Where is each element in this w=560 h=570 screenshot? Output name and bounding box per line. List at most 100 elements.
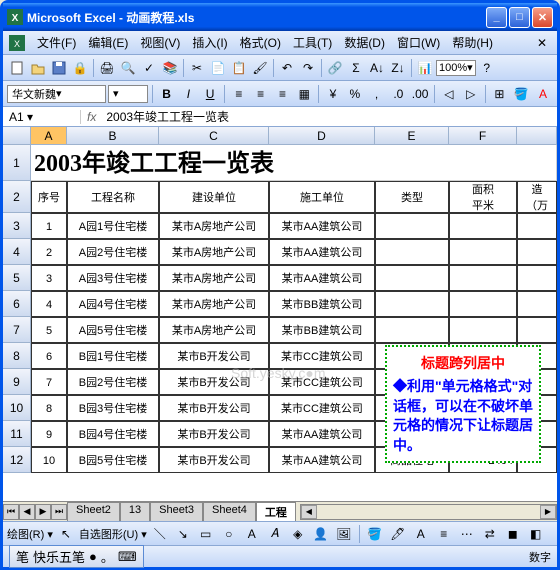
line-button[interactable]: ＼ xyxy=(150,524,170,544)
data-cell[interactable] xyxy=(449,213,517,239)
header-cell[interactable]: 造（万 xyxy=(517,181,557,213)
open-button[interactable] xyxy=(28,58,48,78)
data-cell[interactable]: 某市AA建筑公司 xyxy=(269,421,375,447)
data-cell[interactable]: 6 xyxy=(31,343,67,369)
tab-prev-button[interactable]: ◀ xyxy=(19,504,35,520)
data-cell[interactable]: 4 xyxy=(31,291,67,317)
col-header[interactable]: C xyxy=(159,127,269,145)
data-cell[interactable]: A园4号住宅楼 xyxy=(67,291,159,317)
chart-button[interactable]: 📊 xyxy=(415,58,435,78)
select-all[interactable] xyxy=(3,127,31,145)
border-button[interactable]: ⊞ xyxy=(490,84,510,104)
data-cell[interactable]: 某市AA建筑公司 xyxy=(269,265,375,291)
dec-dec-button[interactable]: .00 xyxy=(410,84,430,104)
data-cell[interactable]: 某市BB建筑公司 xyxy=(269,291,375,317)
doc-close-button[interactable]: ✕ xyxy=(533,36,551,50)
data-cell[interactable]: 某市AA建筑公司 xyxy=(269,239,375,265)
fx-button[interactable]: fx xyxy=(81,110,102,124)
row-header[interactable]: 12 xyxy=(3,447,31,473)
row-header[interactable]: 7 xyxy=(3,317,31,343)
menu-item[interactable]: 插入(I) xyxy=(186,34,233,52)
autoshapes-menu[interactable]: 自选图形(U) ▾ xyxy=(79,526,147,542)
data-cell[interactable]: 某市AA建筑公司 xyxy=(269,447,375,473)
sort-desc-button[interactable]: Z↓ xyxy=(388,58,408,78)
cut-button[interactable]: ✂ xyxy=(187,58,207,78)
row-header[interactable]: 11 xyxy=(3,421,31,447)
size-select[interactable]: ▾ xyxy=(108,85,148,103)
spell-button[interactable]: ✓ xyxy=(139,58,159,78)
data-cell[interactable]: B园4号住宅楼 xyxy=(67,421,159,447)
paste-button[interactable]: 📋 xyxy=(229,58,249,78)
font-color-button-2[interactable]: A xyxy=(411,524,431,544)
data-cell[interactable]: B园2号住宅楼 xyxy=(67,369,159,395)
data-cell[interactable]: 某市A房地产公司 xyxy=(159,317,269,343)
data-cell[interactable] xyxy=(517,317,557,343)
indent-button[interactable]: ◁ xyxy=(439,84,459,104)
underline-button[interactable]: U xyxy=(200,84,220,104)
data-cell[interactable]: 某市B开发公司 xyxy=(159,447,269,473)
header-cell[interactable]: 工程名称 xyxy=(67,181,159,213)
data-cell[interactable] xyxy=(375,317,449,343)
data-cell[interactable]: B园5号住宅楼 xyxy=(67,447,159,473)
data-cell[interactable]: A园3号住宅楼 xyxy=(67,265,159,291)
data-cell[interactable] xyxy=(449,265,517,291)
fmt-painter-button[interactable]: 🖌 xyxy=(250,58,270,78)
data-cell[interactable]: B园3号住宅楼 xyxy=(67,395,159,421)
fill-color-button[interactable]: 🪣 xyxy=(511,84,531,104)
oval-button[interactable]: ○ xyxy=(219,524,239,544)
align-right-button[interactable]: ≡ xyxy=(273,84,293,104)
sheet-tab[interactable]: 13 xyxy=(120,502,150,522)
3d-button[interactable]: ◧ xyxy=(526,524,546,544)
data-cell[interactable]: 某市A房地产公司 xyxy=(159,265,269,291)
menu-item[interactable]: 帮助(H) xyxy=(446,34,499,52)
link-button[interactable]: 🔗 xyxy=(325,58,345,78)
data-cell[interactable]: A园1号住宅楼 xyxy=(67,213,159,239)
tab-next-button[interactable]: ▶ xyxy=(35,504,51,520)
bold-button[interactable]: B xyxy=(157,84,177,104)
data-cell[interactable]: 某市BB建筑公司 xyxy=(269,317,375,343)
fill-button[interactable]: 🪣 xyxy=(365,524,385,544)
help-button[interactable]: ? xyxy=(477,58,497,78)
row-header[interactable]: 5 xyxy=(3,265,31,291)
clipart-button[interactable]: 👤 xyxy=(311,524,331,544)
col-header[interactable]: B xyxy=(67,127,159,145)
header-cell[interactable]: 类型 xyxy=(375,181,449,213)
preview-button[interactable]: 🔍 xyxy=(118,58,138,78)
col-header[interactable]: A xyxy=(31,127,67,145)
tab-first-button[interactable]: ⏮ xyxy=(3,504,19,520)
align-left-button[interactable]: ≡ xyxy=(229,84,249,104)
data-cell[interactable]: 某市B开发公司 xyxy=(159,421,269,447)
wordart-button[interactable]: 𝐴 xyxy=(265,524,285,544)
data-cell[interactable]: 某市AA建筑公司 xyxy=(269,213,375,239)
menu-item[interactable]: 工具(T) xyxy=(287,34,338,52)
header-cell[interactable]: 序号 xyxy=(31,181,67,213)
data-cell[interactable] xyxy=(375,291,449,317)
undo-button[interactable]: ↶ xyxy=(277,58,297,78)
worksheet[interactable]: ABCDEF12003年竣工工程一览表2序号工程名称建设单位施工单位类型面积 平… xyxy=(3,127,557,501)
data-cell[interactable]: 2 xyxy=(31,239,67,265)
data-cell[interactable]: A园5号住宅楼 xyxy=(67,317,159,343)
col-header[interactable]: D xyxy=(269,127,375,145)
data-cell[interactable]: 某市A房地产公司 xyxy=(159,239,269,265)
font-color-button[interactable]: A xyxy=(533,84,553,104)
redo-button[interactable]: ↷ xyxy=(298,58,318,78)
select-button[interactable]: ↖ xyxy=(56,524,76,544)
data-cell[interactable] xyxy=(375,213,449,239)
row-header[interactable]: 8 xyxy=(3,343,31,369)
scroll-left-button[interactable]: ◀ xyxy=(301,505,317,519)
picture-button[interactable]: 🖼 xyxy=(334,524,354,544)
data-cell[interactable]: B园1号住宅楼 xyxy=(67,343,159,369)
data-cell[interactable]: 8 xyxy=(31,395,67,421)
header-cell[interactable]: 施工单位 xyxy=(269,181,375,213)
data-cell[interactable] xyxy=(517,265,557,291)
percent-button[interactable]: % xyxy=(345,84,365,104)
data-cell[interactable] xyxy=(449,317,517,343)
textbox-button[interactable]: A xyxy=(242,524,262,544)
font-select[interactable]: 华文新魏 ▾ xyxy=(7,85,106,103)
tab-last-button[interactable]: ⏭ xyxy=(51,504,67,520)
shadow-button[interactable]: ◼ xyxy=(503,524,523,544)
arrow-style-button[interactable]: ⇄ xyxy=(480,524,500,544)
row-header[interactable]: 9 xyxy=(3,369,31,395)
data-cell[interactable]: 7 xyxy=(31,369,67,395)
line-style-button[interactable]: ≡ xyxy=(434,524,454,544)
